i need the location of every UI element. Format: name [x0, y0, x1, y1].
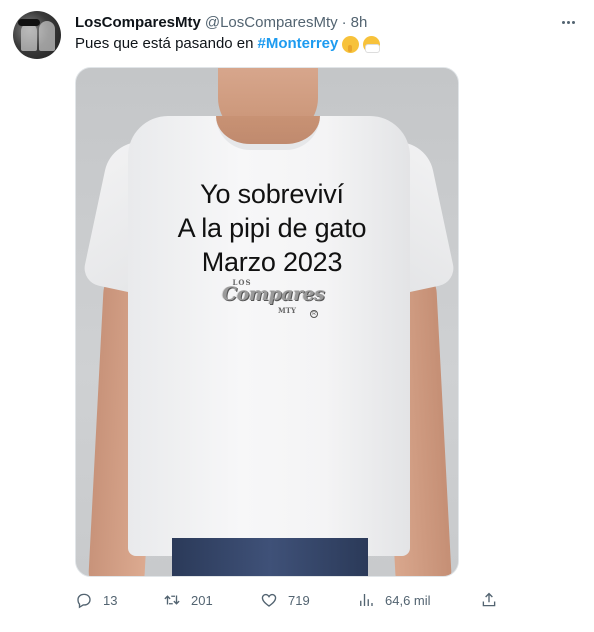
logo-main-text: Compares	[222, 283, 325, 305]
avatar-figure	[39, 21, 55, 51]
like-count: 719	[288, 592, 310, 608]
tweet-header: LosComparesMty @LosComparesMty · 8h	[75, 12, 367, 32]
share-button[interactable]	[480, 589, 498, 611]
views-count: 64,6 mil	[385, 592, 431, 608]
action-bar: 13 201 719 64,6 mil	[75, 589, 515, 611]
like-button[interactable]: 719	[260, 589, 310, 611]
author-handle[interactable]: @LosComparesMty	[205, 14, 338, 31]
shirt-text-line2: A la pipi de gato	[177, 213, 367, 243]
logo-bottom-text: MTY	[278, 306, 296, 315]
shushing-face-icon	[342, 35, 360, 53]
tweet-text-body: Pues que está pasando en	[75, 35, 254, 52]
tweet-image[interactable]: Yo sobreviví A la pipi de gato Marzo 202…	[75, 67, 459, 577]
views-icon	[360, 594, 373, 606]
avatar-hat	[18, 19, 40, 26]
more-dot	[571, 20, 575, 24]
timestamp[interactable]: 8h	[351, 14, 368, 31]
more-dot	[561, 20, 565, 24]
tweet: LosComparesMty @LosComparesMty · 8h Pues…	[0, 0, 594, 632]
reply-button[interactable]: 13	[75, 589, 117, 611]
hashtag-link[interactable]: #Monterrey	[257, 34, 338, 54]
more-dot	[566, 20, 570, 24]
author-name[interactable]: LosComparesMty	[75, 14, 201, 31]
avatar[interactable]	[13, 11, 61, 59]
reply-icon	[77, 593, 91, 609]
medical-mask-face-icon	[363, 35, 381, 53]
views-button[interactable]: 64,6 mil	[357, 589, 431, 611]
shirt-text-line3: Marzo 2023	[201, 247, 343, 277]
heart-icon	[261, 593, 277, 607]
image-jeans	[172, 538, 368, 576]
brand-logo: LOS Compares MTY	[222, 278, 325, 322]
retweet-icon	[164, 595, 180, 605]
retweet-count: 201	[191, 592, 213, 608]
tweet-text: Pues que está pasando en #Monterrey	[75, 34, 381, 54]
share-icon	[482, 592, 496, 607]
shirt-text-line1: Yo sobreviví	[200, 179, 344, 209]
reply-count: 13	[103, 592, 118, 608]
more-icon[interactable]	[558, 12, 578, 32]
avatar-figure	[21, 23, 37, 51]
retweet-button[interactable]: 201	[163, 589, 213, 611]
separator: ·	[341, 13, 347, 31]
registered-mark: R	[310, 310, 318, 318]
